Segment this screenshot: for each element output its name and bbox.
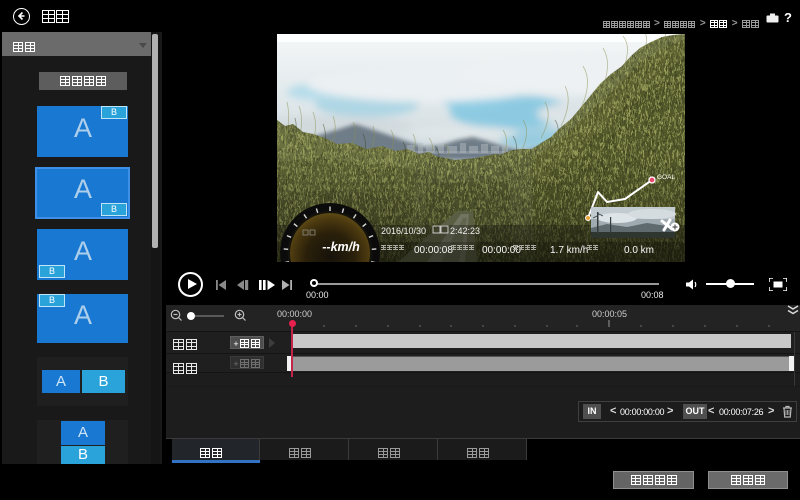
svg-text:1.7 km/h: 1.7 km/h [550,245,588,256]
svg-text:0.0 km: 0.0 km [624,245,654,256]
svg-text:GOAL: GOAL [657,174,675,181]
svg-text:2016/10/30: 2016/10/30 [381,226,426,236]
svg-text:2:42:23: 2:42:23 [450,226,480,236]
svg-text:00:00:08: 00:00:08 [414,245,453,256]
svg-text:--km/h: --km/h [322,240,360,254]
